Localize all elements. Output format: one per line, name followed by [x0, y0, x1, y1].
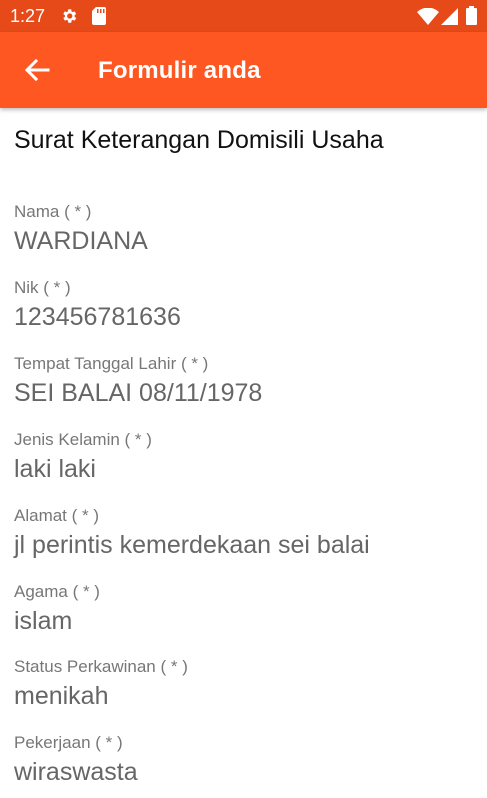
field-label: Jenis Kelamin ( * ): [14, 430, 152, 449]
field-value: jl perintis kemerdekaan sei balai: [14, 531, 370, 559]
status-bar: 1:27: [0, 0, 487, 32]
field-pekerjaan: Pekerjaan ( * ) wiraswasta: [14, 733, 138, 787]
sd-card-icon: [92, 7, 106, 25]
settings-icon: [63, 9, 77, 23]
field-tempat-tanggal-lahir: Tempat Tanggal Lahir ( * ) SEI BALAI 08/…: [14, 354, 262, 408]
field-nama: Nama ( * ) WARDIANA: [14, 202, 148, 256]
field-label: Status Perkawinan ( * ): [14, 657, 188, 676]
field-label: Alamat ( * ): [14, 506, 100, 525]
signal-icon: [441, 8, 458, 25]
app-bar: Formulir anda: [0, 32, 487, 108]
form-title: Surat Keterangan Domisili Usaha: [14, 126, 384, 154]
page-title: Formulir anda: [98, 57, 261, 84]
field-alamat: Alamat ( * ) jl perintis kemerdekaan sei…: [14, 506, 370, 560]
battery-icon: [466, 6, 477, 25]
field-value: wiraswasta: [14, 758, 138, 786]
field-value: menikah: [14, 682, 109, 710]
back-button[interactable]: [16, 46, 60, 94]
field-value: SEI BALAI 08/11/1978: [14, 379, 263, 407]
field-value: 123456781636: [14, 303, 181, 331]
field-agama: Agama ( * ) islam: [14, 582, 100, 636]
field-value: WARDIANA: [14, 227, 148, 255]
wifi-icon: [417, 8, 439, 25]
field-label: Tempat Tanggal Lahir ( * ): [14, 354, 209, 373]
field-label: Nik ( * ): [14, 278, 71, 297]
field-value: laki laki: [14, 455, 96, 483]
field-nik: Nik ( * ) 123456781636: [14, 278, 181, 332]
status-time: 1:27: [10, 6, 46, 26]
field-value: islam: [14, 607, 73, 635]
back-arrow-icon: [24, 58, 50, 82]
field-jenis-kelamin: Jenis Kelamin ( * ) laki laki: [14, 430, 152, 484]
field-status-perkawinan: Status Perkawinan ( * ) menikah: [14, 657, 188, 711]
field-label: Agama ( * ): [14, 582, 100, 601]
field-label: Pekerjaan ( * ): [14, 733, 123, 752]
field-label: Nama ( * ): [14, 202, 92, 221]
